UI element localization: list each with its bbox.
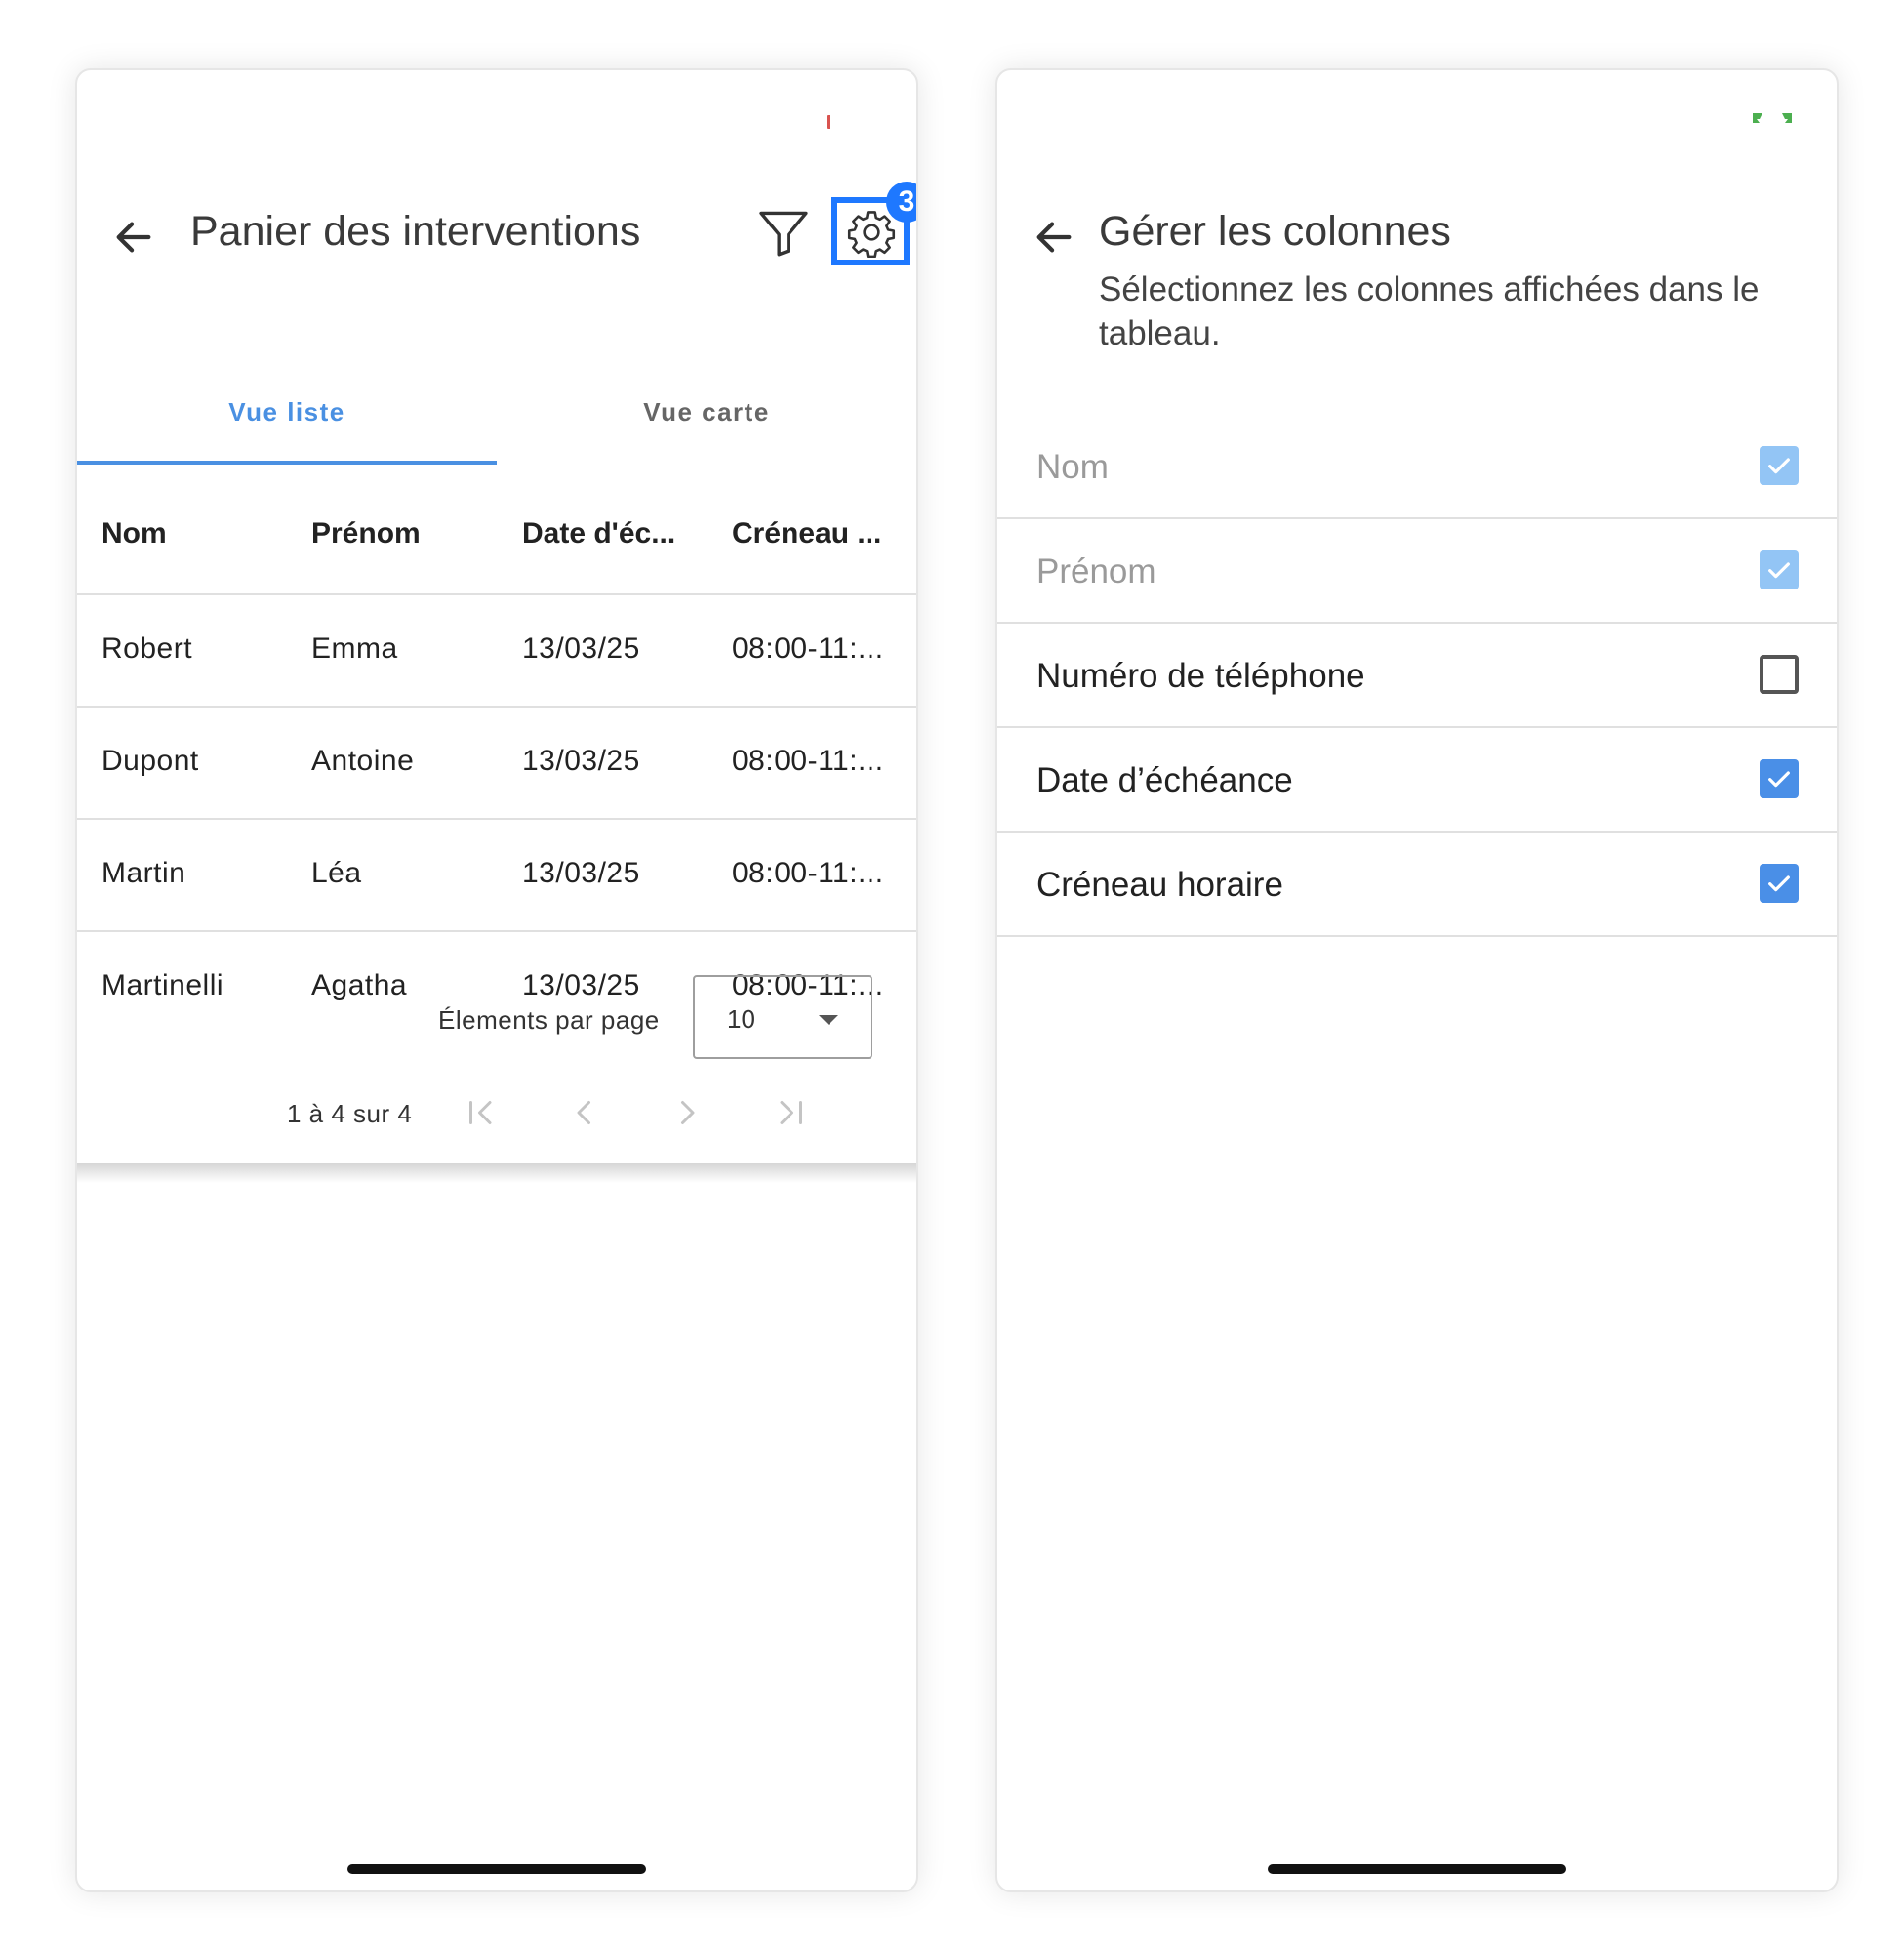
cell-prenom: Emma	[311, 632, 398, 665]
page-subtitle: Sélectionnez les colonnes affichées dans…	[1099, 270, 1760, 352]
per-page-select[interactable]: 10	[693, 975, 872, 1059]
checkbox[interactable]	[1760, 864, 1799, 903]
cell-creneau: 08:00-11:...	[732, 745, 884, 777]
table-row[interactable]: Martin Léa 13/03/25 08:00-11:...	[77, 820, 916, 932]
caret-down-icon	[819, 1015, 838, 1025]
status-indicator	[827, 115, 830, 129]
cell-date: 13/03/25	[522, 969, 640, 1001]
column-header-prenom[interactable]: Prénom	[311, 517, 421, 550]
column-option-label: Numéro de téléphone	[1036, 657, 1365, 695]
check-icon	[1768, 458, 1790, 474]
previous-page-icon[interactable]	[567, 1095, 602, 1130]
check-icon	[1768, 562, 1790, 579]
home-indicator[interactable]	[1268, 1864, 1566, 1874]
first-page-icon[interactable]	[464, 1095, 499, 1130]
column-option-label: Nom	[1036, 448, 1109, 486]
cell-date: 13/03/25	[522, 857, 640, 889]
interventions-screen: Panier des interventions 3 Vue liste Vue…	[75, 68, 918, 1892]
cell-creneau: 08:00-11:...	[732, 857, 884, 889]
next-page-icon[interactable]	[669, 1095, 705, 1130]
cell-nom: Robert	[101, 632, 193, 665]
column-option-label: Créneau horaire	[1036, 866, 1283, 904]
column-header-creneau[interactable]: Créneau ...	[732, 517, 881, 550]
arrow-left-icon[interactable]	[111, 215, 156, 260]
tab-card-view[interactable]: Vue carte	[497, 363, 916, 461]
interventions-table: Nom Prénom Date d'éc... Créneau ... Robe…	[77, 480, 916, 1042]
gear-icon	[847, 211, 896, 258]
checkbox	[1760, 446, 1799, 485]
column-options-list: Nom Prénom Numéro de téléphone Date d’éc…	[997, 415, 1837, 937]
cell-nom: Dupont	[101, 745, 199, 777]
last-page-icon[interactable]	[773, 1095, 808, 1130]
cell-date: 13/03/25	[522, 632, 640, 665]
column-option-label: Date d’échéance	[1036, 761, 1293, 799]
column-option-date-echeance[interactable]: Date d’échéance	[997, 728, 1837, 833]
column-option-telephone[interactable]: Numéro de téléphone	[997, 624, 1837, 728]
cell-prenom: Léa	[311, 857, 362, 889]
column-option-label: Prénom	[1036, 552, 1156, 590]
status-indicator	[1753, 113, 1792, 123]
check-icon	[1768, 875, 1790, 892]
checkbox[interactable]	[1760, 655, 1799, 694]
app-header: Panier des interventions 3	[77, 182, 916, 275]
manage-columns-screen: Gérer les colonnes Sélectionnez les colo…	[995, 68, 1839, 1892]
per-page-label: Élements par page	[438, 1005, 660, 1035]
view-tabs: Vue liste Vue carte	[77, 363, 916, 467]
cell-prenom: Antoine	[311, 745, 415, 777]
checkbox[interactable]	[1760, 759, 1799, 798]
pagination-range: 1 à 4 sur 4	[287, 1099, 413, 1128]
column-option-creneau-horaire[interactable]: Créneau horaire	[997, 833, 1837, 937]
table-row[interactable]: Robert Emma 13/03/25 08:00-11:...	[77, 595, 916, 708]
filter-icon[interactable]	[755, 205, 812, 262]
cell-date: 13/03/25	[522, 745, 640, 777]
page-title: Panier des interventions	[190, 208, 641, 255]
check-icon	[1768, 771, 1790, 788]
arrow-left-icon[interactable]	[1032, 215, 1076, 260]
cell-nom: Martinelli	[101, 969, 224, 1001]
active-tab-indicator	[77, 461, 497, 465]
home-indicator[interactable]	[347, 1864, 646, 1874]
column-header-date[interactable]: Date d'éc...	[522, 517, 675, 550]
per-page-value: 10	[727, 1004, 755, 1034]
column-option-prenom: Prénom	[997, 519, 1837, 624]
column-option-nom: Nom	[997, 415, 1837, 519]
page-title: Gérer les colonnes	[1099, 208, 1451, 255]
cell-prenom: Agatha	[311, 969, 408, 1001]
tab-list-view[interactable]: Vue liste	[77, 363, 497, 461]
table-header: Nom Prénom Date d'éc... Créneau ...	[77, 480, 916, 595]
cell-nom: Martin	[101, 857, 186, 889]
cell-creneau: 08:00-11:...	[732, 632, 884, 665]
table-row[interactable]: Dupont Antoine 13/03/25 08:00-11:...	[77, 708, 916, 820]
card-shadow	[77, 1163, 916, 1183]
checkbox	[1760, 550, 1799, 589]
column-header-nom[interactable]: Nom	[101, 517, 167, 550]
